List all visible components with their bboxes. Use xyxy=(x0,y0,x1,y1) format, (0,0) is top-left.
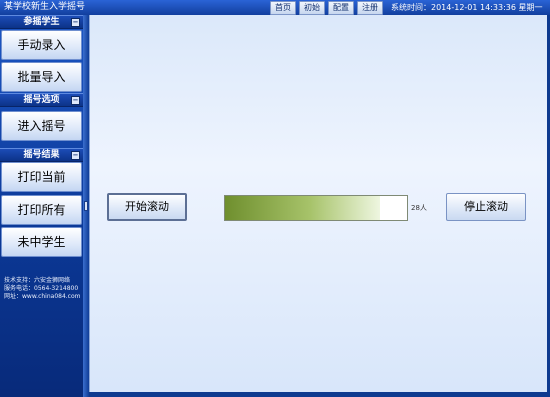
init-button[interactable]: 初始 xyxy=(299,1,325,15)
minus-icon[interactable]: − xyxy=(71,151,80,160)
logout-button[interactable]: 注册 xyxy=(357,1,383,15)
manual-entry-button[interactable]: 手动录入 xyxy=(1,30,82,60)
title-bar: 某学校新生入学摇号 首页 初始 配置 注册 系统时间：2014-12-01 14… xyxy=(0,0,550,15)
window-border-bottom xyxy=(89,392,550,397)
batch-import-button[interactable]: 批量导入 xyxy=(1,62,82,92)
print-all-button[interactable]: 打印所有 xyxy=(1,195,82,225)
grip-icon[interactable] xyxy=(84,201,88,211)
section-title: 参摇学生 xyxy=(23,17,60,27)
count-label: 28人 xyxy=(411,204,427,212)
roller-bar xyxy=(224,195,408,221)
top-nav: 首页 初始 配置 注册 xyxy=(270,1,383,15)
support-info: 技术支持：六安金狮网络 服务电话：0564-3214800 网址：www.chi… xyxy=(4,277,82,301)
section-title: 摇号选项 xyxy=(23,95,60,105)
config-button[interactable]: 配置 xyxy=(328,1,354,15)
unselected-students-button[interactable]: 未中学生 xyxy=(1,227,82,257)
section-header-students: 参摇学生 − xyxy=(0,15,83,29)
system-time: 系统时间：2014-12-01 14:33:36 星期一 xyxy=(391,3,543,12)
enter-lottery-button[interactable]: 进入摇号 xyxy=(1,111,82,141)
support-website: 网址：www.china084.com xyxy=(4,293,81,300)
minus-icon[interactable]: − xyxy=(71,18,80,27)
section-header-results: 摇号结果 − xyxy=(0,148,83,162)
roller-fill xyxy=(225,196,380,220)
section-header-options: 摇号选项 − xyxy=(0,93,83,107)
print-current-button[interactable]: 打印当前 xyxy=(1,162,82,192)
app-title: 某学校新生入学摇号 xyxy=(4,2,86,12)
minus-icon[interactable]: − xyxy=(71,96,80,105)
home-button[interactable]: 首页 xyxy=(270,1,296,15)
stop-scroll-button[interactable]: 停止滚动 xyxy=(446,193,526,221)
start-scroll-button[interactable]: 开始滚动 xyxy=(107,193,187,221)
section-title: 摇号结果 xyxy=(23,150,60,160)
sidebar: 参摇学生 − 手动录入 批量导入 摇号选项 − 进入摇号 摇号结果 − 打印当前… xyxy=(0,15,83,397)
support-line: 技术支持：六安金狮网络 xyxy=(4,277,71,284)
support-phone: 服务电话：0564-3214800 xyxy=(4,285,79,292)
main-panel: 开始滚动 28人 停止滚动 xyxy=(89,15,548,392)
